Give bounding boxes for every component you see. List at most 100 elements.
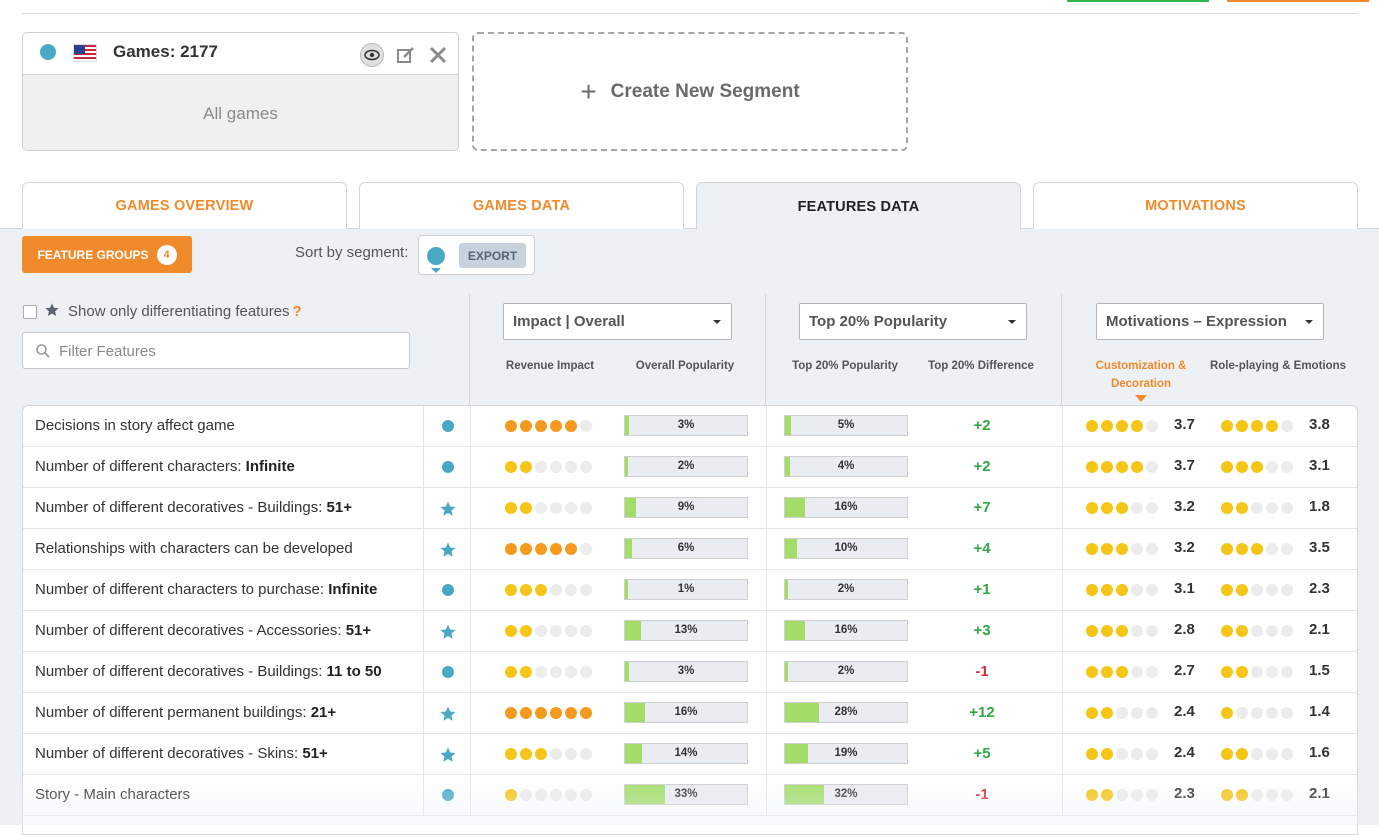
rating-dot [1131,625,1143,637]
customization-dots [1086,584,1158,596]
rating-dot [1281,461,1293,473]
rating-dot [1086,625,1098,637]
customization-score: 3.7 [1174,416,1195,433]
segment-indicator-cell [423,652,471,692]
plus-icon: + [580,75,597,107]
rating-dot [565,461,577,473]
rating-dot [520,666,532,678]
segment-indicator-cell [423,693,471,733]
tab-games-overview[interactable]: GAMES OVERVIEW [22,182,347,229]
close-icon[interactable] [426,43,450,67]
customization-dots [1086,707,1158,719]
column-header-roleplaying[interactable]: Role-playing & Emotions [1205,357,1351,375]
table-row[interactable]: Relationships with characters can be dev… [23,529,1357,570]
table-row[interactable]: Number of different decoratives - Buildi… [23,488,1357,529]
rating-dot [1116,625,1128,637]
customization-dots [1086,543,1158,555]
table-row[interactable]: Number of different decoratives - Access… [23,611,1357,652]
rating-dot [1221,584,1233,596]
column-header-top20-difference[interactable]: Top 20% Difference [920,357,1042,375]
table-row[interactable]: Number of different characters to purcha… [23,570,1357,611]
roleplaying-dots [1221,543,1293,555]
rating-dot [505,584,517,596]
eye-icon[interactable] [360,43,384,67]
tab-features-data[interactable]: FEATURES DATA [696,182,1021,230]
roleplaying-dots [1221,707,1293,719]
sort-segment-dot[interactable] [427,247,445,265]
rating-dot [1251,543,1263,555]
rating-dot [505,789,517,801]
column-divider [1062,570,1063,610]
rating-dot [1236,666,1248,678]
column-header-customization[interactable]: Customization & Decoration [1086,357,1196,393]
revenue-impact-dots [505,707,592,719]
chevron-down-icon [713,320,721,324]
feature-name: Number of different decoratives - Access… [35,622,372,639]
chevron-down-icon [1008,320,1016,324]
table-row[interactable]: Number of different decoratives - Buildi… [23,652,1357,693]
rating-dot [1131,502,1143,514]
column-divider [766,652,767,692]
rating-dot [1101,502,1113,514]
column-header-top20-popularity[interactable]: Top 20% Popularity [785,357,905,375]
rating-dot [565,748,577,760]
rating-dot [580,502,592,514]
top20-popularity-bar: 28% [784,702,908,723]
rating-dot [1251,789,1263,801]
rating-dot [505,625,517,637]
column-divider [766,447,767,487]
overall-popularity-bar-value: 3% [677,665,695,677]
table-row[interactable]: Number of different decoratives - Skins:… [23,734,1357,775]
filter-features-input[interactable] [59,339,399,363]
rating-dot [1086,420,1098,432]
revenue-impact-dots [505,543,592,555]
column-divider [1062,693,1063,733]
overall-popularity-bar: 14% [624,743,748,764]
overall-popularity-bar: 13% [624,620,748,641]
rating-dot [505,502,517,514]
table-row[interactable]: Number of different permanent buildings:… [23,693,1357,734]
rating-dot [1116,748,1128,760]
table-row[interactable]: Decisions in story affect game 3% 5% +2 3.7 3… [23,406,1357,447]
tab-motivations[interactable]: MOTIVATIONS [1033,182,1358,229]
overall-popularity-bar-value: 33% [674,788,698,800]
customization-dots [1086,789,1158,801]
top-green-button-edge[interactable] [1067,0,1209,2]
roleplaying-score: 1.8 [1309,498,1330,515]
column-divider [470,693,471,733]
rating-dot [580,420,592,432]
edit-icon[interactable] [394,43,418,67]
differentiating-checkbox[interactable] [23,305,37,319]
rating-dot [1281,666,1293,678]
roleplaying-dots [1221,789,1293,801]
rating-dot [520,584,532,596]
top20-difference-value: +5 [973,745,991,762]
features-table: Decisions in story affect game 3% 5% +2 3.7 3… [22,405,1358,835]
tab-games-data[interactable]: GAMES DATA [359,182,684,229]
rating-dot [1251,707,1263,719]
export-button[interactable]: EXPORT [459,243,526,268]
table-row[interactable]: Story - Main characters 33% 32% -1 2.3 2.1 [23,775,1357,816]
feature-groups-button[interactable]: FEATURE GROUPS 4 [22,236,192,273]
top20-popularity-bar-value: 2% [837,583,855,595]
rating-dot [1146,625,1158,637]
rating-dot [550,748,562,760]
impact-dropdown[interactable]: Impact | Overall [503,303,732,340]
top-orange-button-edge[interactable] [1227,0,1369,2]
column-header-overall-popularity[interactable]: Overall Popularity [625,357,745,375]
motivations-dropdown[interactable]: Motivations – Expression [1096,303,1324,340]
feature-groups-label: FEATURE GROUPS [37,247,149,262]
rating-dot [1101,420,1113,432]
roleplaying-score: 3.1 [1309,457,1330,474]
overall-popularity-bar: 33% [624,784,748,805]
column-header-revenue-impact[interactable]: Revenue Impact [494,357,606,375]
segment-indicator-cell [423,406,471,446]
rating-dot [1146,666,1158,678]
table-row[interactable]: Number of different characters: Infinite… [23,447,1357,488]
popularity-dropdown[interactable]: Top 20% Popularity [799,303,1027,340]
create-segment-button[interactable]: + Create New Segment [472,32,908,151]
help-icon[interactable]: ? [293,303,302,320]
rating-dot [1116,666,1128,678]
rating-dot [535,707,547,719]
segment-dot-icon [442,420,454,432]
